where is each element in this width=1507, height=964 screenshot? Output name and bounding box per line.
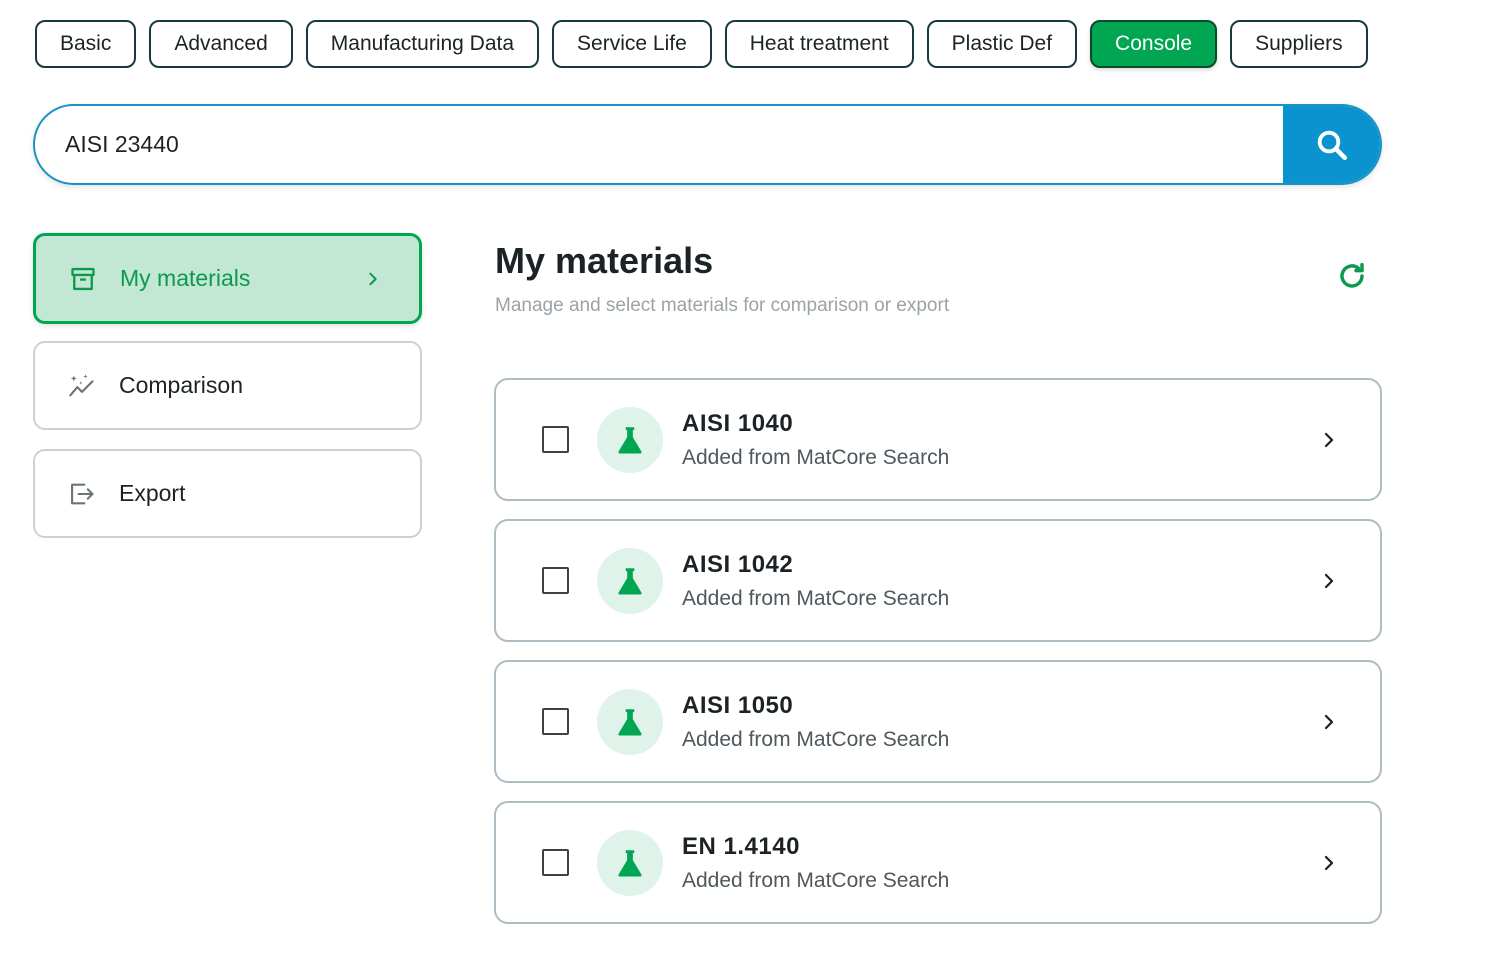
sidebar-item-label: Export bbox=[119, 480, 186, 506]
material-checkbox[interactable] bbox=[542, 708, 569, 735]
refresh-icon bbox=[1340, 262, 1364, 288]
material-name: AISI 1042 bbox=[682, 550, 794, 578]
material-name: AISI 1050 bbox=[682, 691, 794, 719]
page-title: My materials bbox=[495, 240, 714, 281]
material-name: EN 1.4140 bbox=[682, 832, 800, 860]
export-icon bbox=[67, 479, 97, 509]
material-source: Added from MatCore Search bbox=[682, 727, 950, 751]
material-card[interactable]: EN 1.4140 Added from MatCore Search bbox=[494, 801, 1382, 924]
tab-heat-treatment[interactable]: Heat treatment bbox=[724, 20, 914, 68]
tab-plastic-def[interactable]: Plastic Def bbox=[926, 20, 1078, 68]
refresh-button[interactable] bbox=[1336, 260, 1368, 292]
tab-console[interactable]: Console bbox=[1090, 20, 1218, 68]
flask-icon bbox=[597, 547, 663, 614]
sidebar-item-export[interactable]: Export bbox=[33, 449, 422, 538]
flask-icon bbox=[597, 688, 663, 755]
material-checkbox[interactable] bbox=[542, 849, 569, 876]
material-checkbox[interactable] bbox=[542, 426, 569, 453]
search-button[interactable] bbox=[1283, 106, 1380, 183]
chevron-right-icon bbox=[365, 271, 381, 287]
material-checkbox[interactable] bbox=[542, 567, 569, 594]
material-card[interactable]: AISI 1050 Added from MatCore Search bbox=[494, 660, 1382, 783]
tab-suppliers[interactable]: Suppliers bbox=[1230, 20, 1368, 68]
search-bar bbox=[33, 104, 1382, 185]
search-icon bbox=[1317, 130, 1347, 160]
archive-icon bbox=[68, 264, 98, 294]
material-source: Added from MatCore Search bbox=[682, 868, 950, 892]
page-subtitle: Manage and select materials for comparis… bbox=[495, 295, 950, 316]
material-source: Added from MatCore Search bbox=[682, 445, 950, 469]
sidebar-item-label: Comparison bbox=[119, 372, 243, 398]
sidebar-item-comparison[interactable]: Comparison bbox=[33, 341, 422, 430]
chevron-right-icon bbox=[1320, 854, 1338, 872]
material-name: AISI 1040 bbox=[682, 409, 794, 437]
chevron-right-icon bbox=[1320, 572, 1338, 590]
sidebar: My materials Comparison Export bbox=[33, 233, 422, 557]
search-input[interactable] bbox=[35, 106, 1283, 183]
material-card[interactable]: AISI 1040 Added from MatCore Search bbox=[494, 378, 1382, 501]
material-source: Added from MatCore Search bbox=[682, 586, 950, 610]
tab-service-life[interactable]: Service Life bbox=[552, 20, 712, 68]
material-card[interactable]: AISI 1042 Added from MatCore Search bbox=[494, 519, 1382, 642]
sidebar-item-my-materials[interactable]: My materials bbox=[33, 233, 422, 324]
sidebar-item-label: My materials bbox=[120, 265, 251, 291]
flask-icon bbox=[597, 829, 663, 896]
chevron-right-icon bbox=[1320, 713, 1338, 731]
flask-icon bbox=[597, 406, 663, 473]
materials-list: AISI 1040 Added from MatCore Search AISI… bbox=[494, 378, 1382, 942]
tab-advanced[interactable]: Advanced bbox=[149, 20, 293, 68]
tab-manufacturing-data[interactable]: Manufacturing Data bbox=[305, 20, 540, 68]
chevron-right-icon bbox=[1320, 431, 1338, 449]
sparkle-chart-icon bbox=[67, 371, 97, 401]
tab-bar: Basic Advanced Manufacturing Data Servic… bbox=[35, 20, 1368, 68]
tab-basic[interactable]: Basic bbox=[35, 20, 137, 68]
